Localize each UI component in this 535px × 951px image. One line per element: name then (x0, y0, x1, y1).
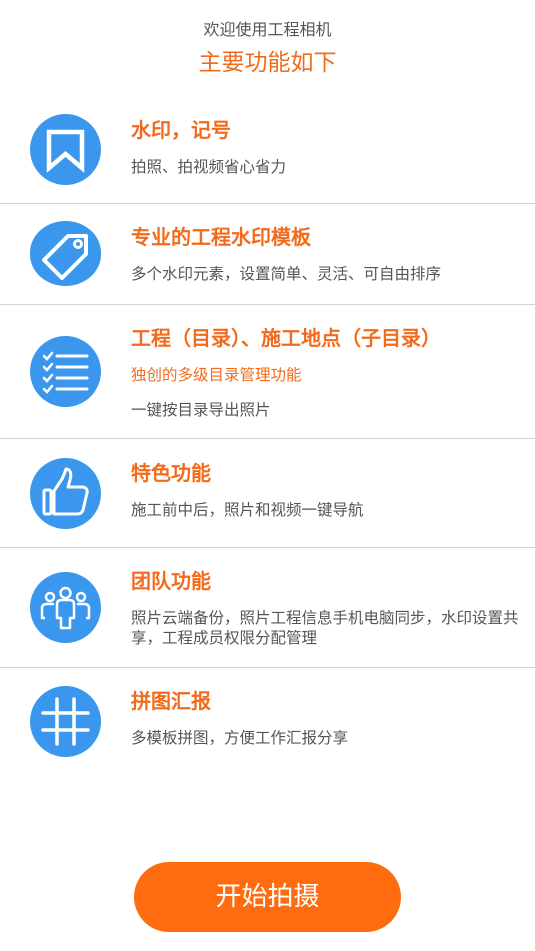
feature-title: 特色功能 (131, 461, 211, 485)
feature-special: 特色功能 施工前中后，照片和视频一键导航 (0, 439, 535, 547)
feature-desc: 施工前中后，照片和视频一键导航 (131, 501, 364, 519)
feature-desc: 一键按目录导出照片 (131, 401, 271, 419)
start-shooting-button[interactable]: 开始拍摄 (134, 862, 401, 932)
feature-title: 团队功能 (131, 569, 211, 593)
features-subtitle: 主要功能如下 (198, 50, 337, 76)
feature-title: 专业的工程水印模板 (131, 225, 311, 249)
feature-template: 专业的工程水印模板 多个水印元素，设置简单、灵活、可自由排序 (0, 204, 535, 304)
feature-collage: 拼图汇报 多模板拼图，方便工作汇报分享 (0, 668, 535, 768)
feature-desc: 多模板拼图，方便工作汇报分享 (131, 729, 349, 747)
feature-desc: 照片云端备份，照片工程信息手机电脑同步，水印设置共享，工程成员权限分配管理 (131, 609, 519, 647)
team-icon (30, 572, 101, 643)
feature-watermark: 水印，记号 拍照、拍视频省心省力 (0, 110, 535, 203)
feature-desc: 多个水印元素，设置简单、灵活、可自由排序 (131, 265, 442, 283)
feature-title: 工程（目录）、施工地点（子目录） (131, 326, 441, 350)
feature-title: 水印，记号 (131, 118, 231, 142)
thumbs-up-icon (30, 458, 101, 529)
welcome-text: 欢迎使用工程相机 (203, 20, 332, 39)
checklist-icon (30, 336, 101, 407)
tag-icon (30, 221, 101, 286)
feature-title: 拼图汇报 (131, 689, 211, 713)
grid-icon (30, 686, 101, 757)
feature-accent-desc: 独创的多级目录管理功能 (131, 366, 302, 384)
feature-desc: 拍照、拍视频省心省力 (131, 158, 287, 176)
bookmark-icon (30, 114, 101, 185)
feature-directory: 工程（目录）、施工地点（子目录） 独创的多级目录管理功能 一键按目录导出照片 (0, 305, 535, 438)
feature-team: 团队功能 照片云端备份，照片工程信息手机电脑同步，水印设置共享，工程成员权限分配… (0, 548, 535, 667)
